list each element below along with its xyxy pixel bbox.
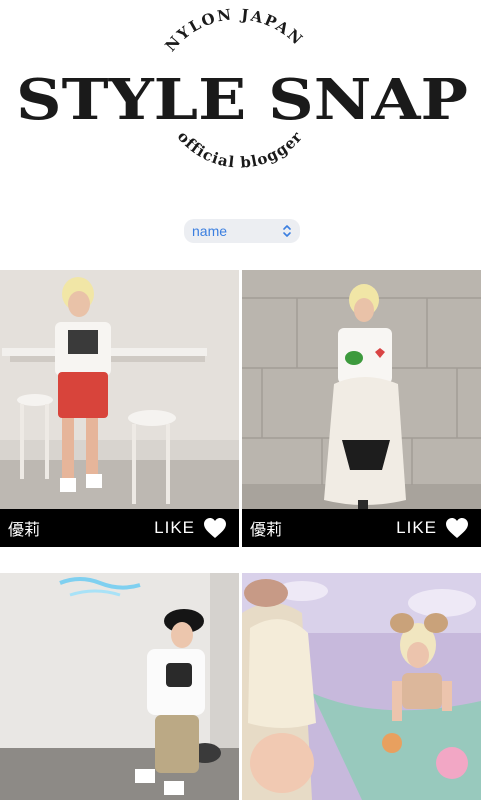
snap-card[interactable]: 優莉 LIKE (242, 270, 481, 547)
heart-icon (204, 518, 226, 538)
author-name[interactable]: 優莉 (8, 516, 40, 540)
snap-card[interactable]: 優莉 LIKE (0, 270, 239, 547)
like-label: LIKE (396, 518, 437, 537)
page-title: STYLE SNAP (16, 67, 468, 133)
snap-info-bar: 優莉 LIKE (242, 509, 481, 547)
subtitle-text: official blogger (174, 127, 306, 171)
brand-top-text: NYLON JAPAN (162, 5, 308, 55)
sort-select[interactable]: name (184, 219, 300, 243)
snap-photo[interactable] (0, 270, 239, 509)
snap-info-bar: 優莉 LIKE (0, 509, 239, 547)
snap-photo[interactable] (0, 573, 239, 800)
snap-photo[interactable] (242, 573, 481, 800)
author-name[interactable]: 優莉 (250, 516, 282, 540)
like-button[interactable]: LIKE (154, 517, 227, 539)
snap-card[interactable] (0, 573, 239, 800)
snap-card[interactable] (242, 573, 481, 800)
heart-icon (446, 518, 468, 538)
style-snap-logo: NYLON JAPAN STYLE SNAP official blogger (0, 0, 485, 205)
sort-select-value: name (192, 223, 228, 239)
like-button[interactable]: LIKE (396, 517, 469, 539)
like-label: LIKE (154, 518, 195, 537)
snap-photo[interactable] (242, 270, 481, 509)
chevron-updown-icon (283, 225, 291, 237)
